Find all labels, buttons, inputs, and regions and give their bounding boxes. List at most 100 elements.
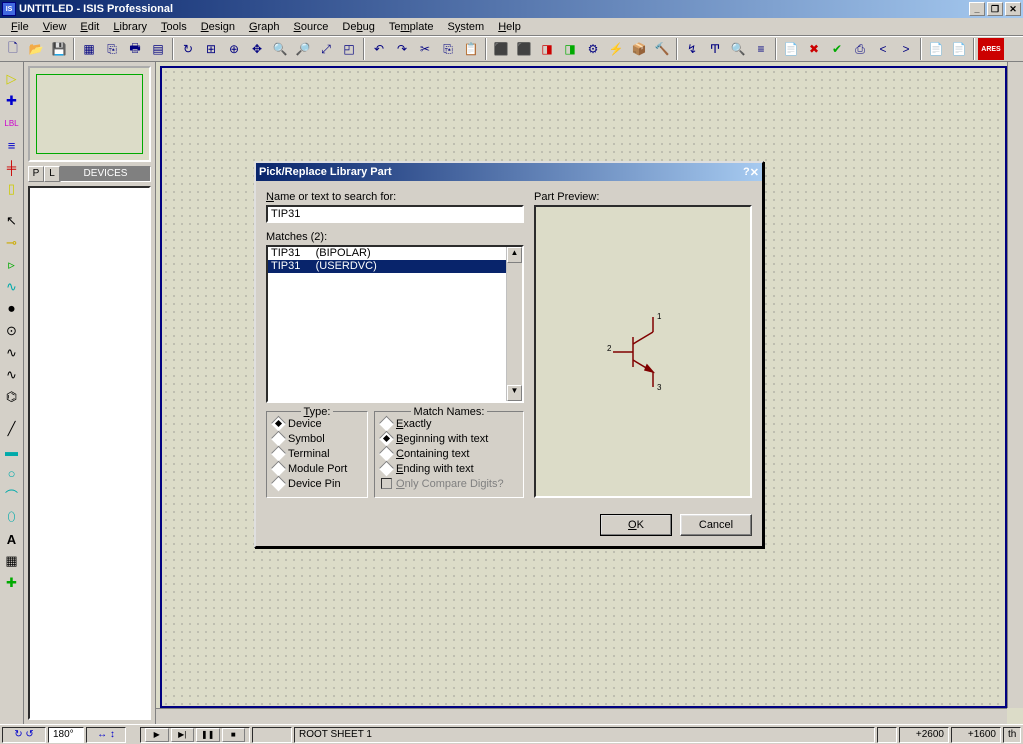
list-item[interactable]: TIP31 (USERDVC) <box>268 260 522 273</box>
toolbar-ares-launch-icon[interactable]: ARES <box>978 38 1004 60</box>
toolbar-zoom-out-icon[interactable]: 🔎 <box>292 38 314 60</box>
devices-list[interactable] <box>28 186 151 720</box>
step-button[interactable]: ▶| <box>171 728 195 742</box>
canvas-vscroll[interactable] <box>1007 62 1023 708</box>
toolbar-zoom-in-icon[interactable]: 🔍 <box>269 38 291 60</box>
tool-marker-icon[interactable]: ✚ <box>2 574 22 592</box>
menu-system[interactable]: System <box>441 20 492 34</box>
tool-symbol-icon[interactable]: ▦ <box>2 552 22 570</box>
toolbar-package-icon[interactable]: 📦 <box>628 38 650 60</box>
rotate-controls[interactable]: ↻ ↺ <box>2 727 46 743</box>
tool-script-icon[interactable]: ≡ <box>2 136 22 154</box>
menu-view[interactable]: View <box>36 20 74 34</box>
toolbar-search-icon[interactable]: 🔍 <box>727 38 749 60</box>
toolbar-zoom-fit-icon[interactable]: ⤢ <box>315 38 337 60</box>
tool-bus-icon[interactable]: ╪ <box>2 158 22 176</box>
toolbar-mail-icon[interactable]: ▤ <box>147 38 169 60</box>
toolbar-refresh-icon[interactable]: ↻ <box>177 38 199 60</box>
tool-component-icon[interactable]: ▷ <box>2 70 22 88</box>
overview-window[interactable] <box>28 66 151 162</box>
cancel-button[interactable]: Cancel <box>680 514 752 536</box>
matches-list[interactable]: TIP31 (BIPOLAR) TIP31 (USERDVC) ▲ ▼ <box>266 245 524 403</box>
toolbar-zoom-area-icon[interactable]: ◰ <box>338 38 360 60</box>
pause-button[interactable]: ❚❚ <box>196 728 220 742</box>
play-button[interactable]: ▶ <box>145 728 169 742</box>
tool-circle-icon[interactable]: ○ <box>2 464 22 482</box>
toolbar-decompose-icon[interactable]: 🔨 <box>651 38 673 60</box>
toolbar-netlist-icon[interactable]: ✖ <box>803 38 825 60</box>
menu-file[interactable]: File <box>4 20 36 34</box>
toolbar-wire-icon[interactable]: ↯ <box>681 38 703 60</box>
tool-box-icon[interactable]: ▬ <box>2 442 22 460</box>
toolbar-compile-icon[interactable]: ✔ <box>826 38 848 60</box>
radio-module-port[interactable]: Module Port <box>273 461 361 476</box>
toolbar-cut-icon[interactable]: ✂ <box>414 38 436 60</box>
tool-pin-icon[interactable]: ▹ <box>2 256 22 274</box>
toolbar-property-icon[interactable]: ≡ <box>750 38 772 60</box>
scroll-up-icon[interactable]: ▲ <box>507 247 522 263</box>
canvas-hscroll[interactable] <box>156 708 1007 724</box>
toolbar-make-icon[interactable]: ⚡ <box>605 38 627 60</box>
toolbar-block-delete-icon[interactable]: ◨ <box>559 38 581 60</box>
tool-label-icon[interactable]: LBL <box>2 114 22 132</box>
toolbar-report-icon[interactable]: < <box>872 38 894 60</box>
tool-subcircuit-icon[interactable]: ▯ <box>2 180 22 198</box>
toolbar-bom-icon[interactable]: ⎙ <box>849 38 871 60</box>
radio-terminal[interactable]: Terminal <box>273 446 361 461</box>
tool-text-icon[interactable]: A <box>2 530 22 548</box>
menu-source[interactable]: Source <box>287 20 336 34</box>
toolbar-open-icon[interactable]: 📂 <box>25 38 47 60</box>
radio-device-pin[interactable]: Device Pin <box>273 476 361 491</box>
radio-device[interactable]: Device <box>273 416 361 431</box>
angle-field[interactable]: 180° <box>48 727 84 743</box>
menu-tools[interactable]: Tools <box>154 20 194 34</box>
radio-symbol[interactable]: Symbol <box>273 431 361 446</box>
toolbar-redo-icon[interactable]: ↷ <box>391 38 413 60</box>
radio-ending[interactable]: Ending with text <box>381 461 517 476</box>
tool-generator-icon[interactable]: ⊙ <box>2 322 22 340</box>
menu-edit[interactable]: Edit <box>73 20 106 34</box>
toolbar-copy-icon[interactable]: ⎘ <box>437 38 459 60</box>
tool-instrument-icon[interactable]: ⌬ <box>2 388 22 406</box>
toolbar-undo-icon[interactable]: ↶ <box>368 38 390 60</box>
menu-help[interactable]: Help <box>491 20 528 34</box>
toolbar-sheet2-icon[interactable]: 📄 <box>948 38 970 60</box>
tool-line-icon[interactable]: ╱ <box>2 420 22 438</box>
toolbar-print-area-icon[interactable]: ▦ <box>78 38 100 60</box>
tool-tape-icon[interactable]: ⏺ <box>2 300 22 318</box>
stop-button[interactable]: ■ <box>222 728 246 742</box>
toolbar-sheet1-icon[interactable]: 📄 <box>925 38 947 60</box>
toolbar-ares-icon[interactable]: > <box>895 38 917 60</box>
tool-graph-icon[interactable]: ∿ <box>2 278 22 296</box>
toolbar-new-icon[interactable]: 🗋 <box>2 38 24 60</box>
tool-voltage-probe-icon[interactable]: ∿ <box>2 344 22 362</box>
p-button[interactable]: P <box>28 166 44 182</box>
toolbar-origin-icon[interactable]: ⊕ <box>223 38 245 60</box>
minimize-button[interactable]: _ <box>969 2 985 16</box>
dialog-close-button[interactable]: ✕ <box>750 166 759 179</box>
toolbar-pick-icon[interactable]: ⚙ <box>582 38 604 60</box>
search-input[interactable] <box>266 205 524 223</box>
tool-current-probe-icon[interactable]: ∿ <box>2 366 22 384</box>
close-button[interactable]: ✕ <box>1005 2 1021 16</box>
menu-graph[interactable]: Graph <box>242 20 287 34</box>
ok-button[interactable]: OK <box>600 514 672 536</box>
toolbar-text-icon[interactable]: Ͳ <box>704 38 726 60</box>
tool-arc-icon[interactable]: ⌒ <box>2 486 22 504</box>
toolbar-import-icon[interactable]: ⎘ <box>101 38 123 60</box>
tool-terminal-icon[interactable]: ⊸ <box>2 234 22 252</box>
tool-arrow-icon[interactable]: ↖ <box>2 212 22 230</box>
toolbar-paste-icon[interactable]: 📋 <box>460 38 482 60</box>
maximize-button[interactable]: ❐ <box>987 2 1003 16</box>
menu-library[interactable]: Library <box>106 20 154 34</box>
toolbar-block-rotate-icon[interactable]: ◨ <box>536 38 558 60</box>
dialog-help-button[interactable]: ? <box>743 166 750 178</box>
toolbar-grid-icon[interactable]: ⊞ <box>200 38 222 60</box>
radio-exactly[interactable]: Exactly <box>381 416 517 431</box>
l-button[interactable]: L <box>44 166 60 182</box>
flip-controls[interactable]: ↔ ↕ <box>86 727 126 743</box>
radio-beginning[interactable]: Beginning with text <box>381 431 517 446</box>
toolbar-block-copy-icon[interactable]: ⬛ <box>490 38 512 60</box>
radio-containing[interactable]: Containing text <box>381 446 517 461</box>
scroll-down-icon[interactable]: ▼ <box>507 385 522 401</box>
